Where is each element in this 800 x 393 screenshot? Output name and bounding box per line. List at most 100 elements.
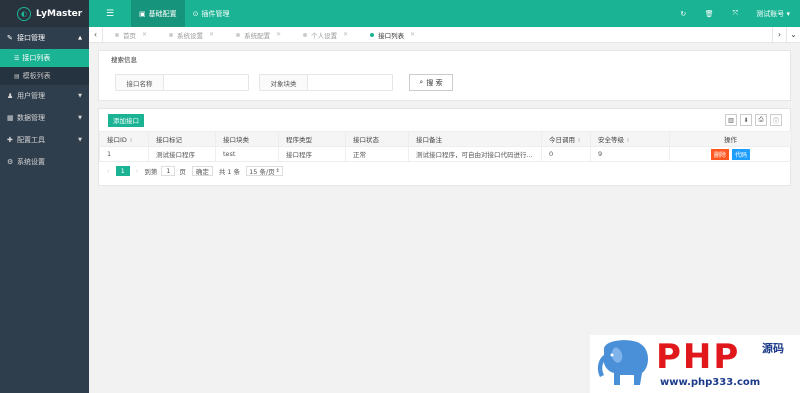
chevron-down-icon: ▼ [78, 137, 82, 143]
sidebar-item-label: 模板列表 [22, 72, 51, 80]
page-tab-personal-settings[interactable]: 个人设置 ✕ [291, 27, 358, 43]
column-header: 接口状态 [345, 131, 409, 147]
print-icon[interactable]: ⎙ [755, 114, 767, 126]
object-class-input[interactable] [308, 75, 392, 90]
sort-icon[interactable]: ⇕ [626, 138, 630, 144]
interface-name-input[interactable] [164, 75, 248, 90]
interface-name-field: 接口名称 [115, 74, 249, 91]
page-tab-label: 系统设置 [177, 31, 204, 40]
cell-class: test [215, 146, 279, 162]
chevron-down-icon: ▼ [78, 93, 82, 99]
goto-page-input[interactable]: 1 [161, 166, 176, 176]
tab-dot-icon [169, 32, 174, 37]
page-size-select[interactable]: 15 条/页 ⇕ [246, 166, 283, 176]
page-tab-system-config[interactable]: 系统配置 ✕ [224, 27, 291, 43]
tab-dot-icon [236, 32, 241, 37]
sidebar-item-interface-list[interactable]: ☰ 接口列表 [0, 49, 89, 67]
page-tab-home[interactable]: 首页 ✕ [103, 27, 157, 43]
tab-basic-config[interactable]: ▣ 基础配置 [131, 0, 185, 27]
account-name: 测试账号 [756, 9, 785, 18]
plugin-icon: ⊙ [192, 9, 199, 18]
add-interface-button[interactable]: 添加接口 [108, 113, 144, 127]
select-arrow-icon: ⇕ [275, 168, 280, 174]
config-icon: ▣ [139, 9, 146, 18]
sidebar-item-label: 数据管理 [17, 114, 45, 122]
tab-plugin-management[interactable]: ⊙ 插件管理 [185, 0, 238, 27]
goto-label: 到第 [144, 168, 158, 176]
search-button[interactable]: ⌕ 搜 索 [409, 74, 453, 91]
page-tab-system-settings[interactable]: 系统设置 ✕ [157, 27, 224, 43]
sidebar-item-user-management[interactable]: ♟ 用户管理 ▼ [0, 85, 89, 107]
app-title: LyMaster [36, 8, 83, 19]
cell-status: 正常 [345, 146, 409, 162]
close-icon[interactable]: ✕ [209, 31, 214, 38]
tab-options-chevron-down-icon[interactable]: ⌄ [786, 26, 800, 43]
total-count: 共 1 条 [218, 168, 241, 176]
page-unit: 页 [179, 168, 186, 176]
sidebar-item-interface-management[interactable]: ✎ 接口管理 ▲ [0, 27, 89, 49]
sidebar-item-system-settings[interactable]: ⚙ 系统设置 [0, 151, 89, 173]
page-tabbar: ‹ 首页 ✕ 系统设置 ✕ 系统配置 ✕ 个人设置 ✕ 接口列表 ✕ › ⌄ [89, 26, 800, 43]
close-icon[interactable]: ✕ [343, 31, 348, 38]
sidebar-item-template-list[interactable]: ▤ 模板列表 [0, 67, 89, 85]
sort-icon[interactable]: ⇕ [129, 138, 133, 144]
prev-page-icon[interactable]: ‹ [107, 167, 110, 175]
sidebar-item-label: 用户管理 [17, 92, 45, 100]
search-button-label: 搜 索 [426, 78, 443, 87]
page-tab-label: 首页 [123, 31, 136, 40]
pagination: ‹ 1 › 到第 1 页 确定 共 1 条 15 条/页 ⇕ [99, 162, 790, 180]
fullscreen-icon[interactable]: ⤧ [722, 9, 748, 18]
column-header[interactable]: 安全等级 ⇕ [590, 131, 670, 147]
delete-button[interactable]: 删除 [710, 148, 729, 160]
column-header[interactable]: 接口ID ⇕ [99, 131, 149, 147]
info-icon[interactable]: ⓘ [770, 114, 782, 126]
close-icon[interactable]: ✕ [276, 31, 281, 38]
table-header-row: 接口ID ⇕ 接口标记 接口块类 程序类型 接口状态 接口备注 今日调用 ⇕ 安全等… [99, 131, 792, 147]
interface-table: 接口ID ⇕ 接口标记 接口块类 程序类型 接口状态 接口备注 今日调用 ⇕ 安全等… [99, 131, 792, 162]
refresh-icon[interactable]: ↻ [670, 10, 696, 18]
sidebar-item-data-management[interactable]: ▦ 数据管理 ▼ [0, 107, 89, 129]
header-actions: ↻ 🗑 ⤧ 测试账号 ▾ [670, 9, 800, 19]
tab-dot-icon [115, 32, 119, 37]
search-panel: 搜索信息 接口名称 对象块类 ⌕ 搜 索 [98, 50, 791, 101]
cell-remark: 测试接口程序，可自由对接口代码进行... [408, 146, 542, 162]
cell-security-level: 9 [590, 146, 670, 162]
sidebar: ◐ LyMaster ✎ 接口管理 ▲ ☰ 接口列表 ▤ 模板列表 ♟ 用户管理… [0, 0, 89, 393]
page-tab-label: 个人设置 [311, 31, 338, 40]
export-icon[interactable]: ⬇ [740, 114, 752, 126]
next-page-icon[interactable]: › [136, 167, 139, 175]
top-tab-label: 插件管理 [201, 9, 230, 18]
sidebar-item-config-tools[interactable]: ✚ 配置工具 ▼ [0, 129, 89, 151]
watermark-url: www.php333.com [660, 377, 761, 388]
close-icon[interactable]: ✕ [410, 31, 415, 38]
chevron-down-icon: ▼ [78, 115, 82, 121]
app-logo[interactable]: ◐ LyMaster [0, 0, 89, 27]
column-header[interactable]: 今日调用 ⇕ [541, 131, 591, 147]
main-content: 搜索信息 接口名称 对象块类 ⌕ 搜 索 添加接口 ▥ ⬇ ⎙ ⓘ 接口ID ⇕… [98, 50, 792, 186]
sidebar-item-label: 接口列表 [22, 54, 51, 62]
page-tab-label: 系统配置 [244, 31, 271, 40]
trash-icon[interactable]: 🗑 [696, 10, 722, 18]
tab-scroll-right-icon[interactable]: › [772, 26, 786, 43]
page-tab-interface-list[interactable]: 接口列表 ✕ [358, 27, 425, 43]
menu-toggle-icon[interactable]: ☰ [89, 0, 131, 27]
columns-icon[interactable]: ▥ [725, 114, 737, 126]
table-row[interactable]: 1 测试接口程序 test 接口程序 正常 测试接口程序，可自由对接口代码进行.… [99, 146, 792, 162]
watermark: PHP 源码 www.php333.com [590, 335, 800, 393]
code-button[interactable]: 代码 [732, 148, 751, 160]
table-tools: ▥ ⬇ ⎙ ⓘ [722, 114, 790, 126]
search-legend: 搜索信息 [111, 56, 137, 64]
sort-icon[interactable]: ⇕ [577, 138, 581, 144]
account-menu[interactable]: 测试账号 ▾ [748, 9, 800, 19]
column-header: 接口备注 [408, 131, 542, 147]
tab-scroll-left-icon[interactable]: ‹ [89, 26, 103, 43]
tab-dot-icon [370, 32, 375, 37]
search-icon: ⌕ [419, 78, 424, 86]
top-tab-label: 基础配置 [148, 9, 177, 18]
elephant-logo-icon [597, 340, 648, 385]
current-page[interactable]: 1 [115, 166, 130, 176]
sidebar-item-label: 系统设置 [17, 158, 45, 166]
close-icon[interactable]: ✕ [142, 31, 147, 38]
goto-confirm-button[interactable]: 确定 [191, 166, 213, 176]
database-icon: ▦ [7, 114, 14, 122]
